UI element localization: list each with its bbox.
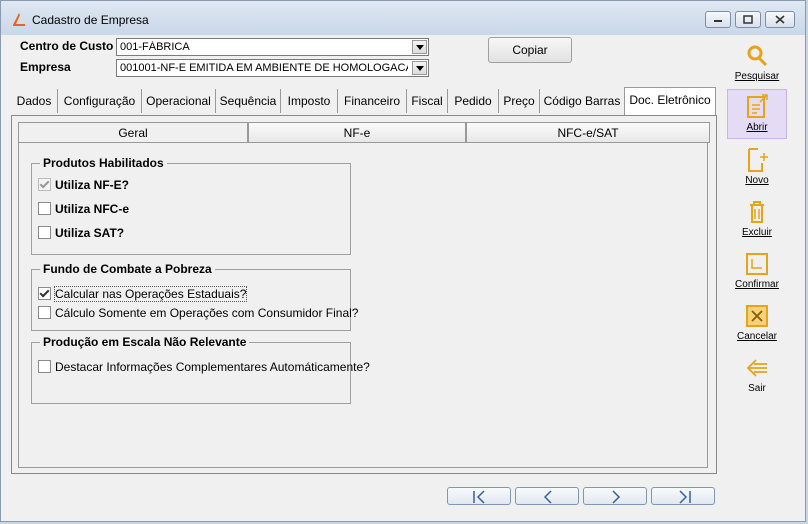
close-button[interactable]	[765, 11, 795, 28]
last-record-button[interactable]	[651, 487, 715, 505]
tab-codigo-barras[interactable]: Código Barras	[540, 89, 625, 113]
checkbox-icon	[38, 202, 51, 215]
next-icon	[612, 490, 621, 504]
copiar-button[interactable]: Copiar	[488, 37, 572, 63]
centro-custo-value: 001-FÁBRICA	[120, 41, 190, 53]
confirmar-label: Confirmar	[735, 279, 779, 290]
close-icon	[766, 12, 794, 27]
utiliza-nfe-checkbox[interactable]: Utiliza NF-E?	[38, 178, 129, 192]
confirmar-button[interactable]: Confirmar	[727, 251, 787, 290]
utiliza-sat-checkbox[interactable]: Utiliza SAT?	[38, 226, 124, 240]
sair-button[interactable]: Sair	[727, 355, 787, 394]
app-window: Cadastro de Empresa Centro de Custo 001-…	[0, 0, 806, 522]
window-title: Cadastro de Empresa	[32, 13, 149, 27]
sair-label: Sair	[748, 383, 766, 394]
app-logo-icon	[13, 13, 25, 26]
tab-fiscal[interactable]: Fiscal	[407, 89, 448, 113]
centro-custo-select[interactable]: 001-FÁBRICA	[116, 38, 429, 56]
next-record-button[interactable]	[583, 487, 647, 505]
tab-sequencia[interactable]: Sequência	[216, 89, 281, 113]
pesquisar-button[interactable]: Pesquisar	[727, 43, 787, 82]
exit-arrow-icon	[746, 359, 767, 377]
first-record-button[interactable]	[447, 487, 511, 505]
checkbox-checked-icon	[38, 178, 51, 191]
cancelar-label: Cancelar	[736, 331, 778, 342]
geral-panel: Produtos Habilitados Utiliza NF-E? Utili…	[18, 142, 708, 468]
client-area: Centro de Custo 001-FÁBRICA Empresa 0010…	[7, 35, 801, 517]
centro-custo-label: Centro de Custo	[20, 39, 114, 53]
tab-pedido[interactable]: Pedido	[448, 89, 499, 113]
previous-icon	[543, 490, 552, 504]
checkbox-label: Utiliza SAT?	[55, 226, 125, 240]
maximize-icon	[736, 12, 760, 27]
cancelar-button[interactable]: Cancelar	[727, 303, 787, 342]
tab-financeiro[interactable]: Financeiro	[338, 89, 407, 113]
tab-configuracao[interactable]: Configuração	[58, 89, 142, 113]
cancel-icon	[746, 305, 768, 327]
checkbox-icon	[38, 360, 51, 373]
checkbox-label: Utiliza NFC-e	[55, 202, 130, 216]
excluir-label: Excluir	[741, 227, 772, 238]
calcular-estaduais-checkbox[interactable]: Calcular nas Operações Estaduais?	[38, 286, 248, 302]
empresa-select[interactable]: 001001-NF-E EMITIDA EM AMBIENTE DE HOMOL…	[116, 59, 429, 77]
previous-record-button[interactable]	[515, 487, 579, 505]
producao-escala-group: Produção em Escala Não Relevante Destaca…	[31, 335, 370, 404]
maximize-button[interactable]	[735, 11, 761, 28]
confirm-icon	[746, 253, 768, 275]
minimize-button[interactable]	[705, 11, 731, 28]
checkbox-icon	[38, 306, 51, 319]
checkbox-label: Utiliza NF-E?	[55, 178, 129, 192]
tab-content-frame: Geral NF-e NFC-e/SAT Produtos Habilitado…	[11, 115, 717, 474]
subtab-geral[interactable]: Geral	[18, 122, 248, 144]
abrir-label: Abrir	[746, 122, 768, 133]
trash-icon	[750, 201, 764, 223]
last-icon	[679, 490, 691, 504]
destacar-informacoes-checkbox[interactable]: Destacar Informações Complementares Auto…	[38, 360, 370, 374]
group-title: Fundo de Combate a Pobreza	[40, 262, 215, 276]
subtab-nfe[interactable]: NF-e	[248, 122, 466, 143]
abrir-button[interactable]: Abrir	[727, 89, 787, 139]
calculo-consumidor-final-checkbox[interactable]: Cálculo Somente em Operações com Consumi…	[38, 306, 358, 320]
first-icon	[473, 490, 485, 504]
new-document-icon	[748, 148, 768, 172]
chevron-down-icon[interactable]	[412, 40, 427, 54]
subtab-nfce-sat[interactable]: NFC-e/SAT	[466, 122, 710, 143]
minimize-icon	[706, 12, 730, 27]
produtos-habilitados-group: Produtos Habilitados Utiliza NF-E? Utili…	[31, 156, 351, 255]
chevron-down-icon[interactable]	[412, 61, 427, 75]
empresa-value: 001001-NF-E EMITIDA EM AMBIENTE DE HOMOL…	[120, 62, 408, 74]
tab-dados[interactable]: Dados	[11, 89, 58, 113]
group-title: Produção em Escala Não Relevante	[40, 335, 250, 349]
fundo-combate-group: Fundo de Combate a Pobreza Calcular nas …	[31, 262, 358, 331]
checkbox-icon	[38, 226, 51, 239]
group-title: Produtos Habilitados	[40, 156, 167, 170]
checkbox-checked-icon	[38, 287, 51, 300]
search-icon	[747, 45, 768, 67]
checkbox-label: Calcular nas Operações Estaduais?	[53, 286, 248, 302]
empresa-label: Empresa	[20, 60, 71, 74]
checkbox-label: Cálculo Somente em Operações com Consumi…	[55, 306, 359, 320]
novo-label: Novo	[745, 175, 769, 186]
utiliza-nfce-checkbox[interactable]: Utiliza NFC-e	[38, 202, 129, 216]
novo-button[interactable]: Novo	[727, 147, 787, 186]
tab-operacional[interactable]: Operacional	[142, 89, 216, 113]
tab-preco[interactable]: Preço	[499, 89, 540, 113]
pesquisar-label: Pesquisar	[734, 71, 780, 82]
open-document-icon	[747, 94, 768, 118]
tab-doc-eletronico[interactable]: Doc. Eletrônico	[624, 87, 716, 115]
title-bar: Cadastro de Empresa	[1, 1, 805, 35]
tab-imposto[interactable]: Imposto	[281, 89, 338, 113]
excluir-button[interactable]: Excluir	[727, 199, 787, 238]
checkbox-label: Destacar Informações Complementares Auto…	[55, 360, 370, 374]
